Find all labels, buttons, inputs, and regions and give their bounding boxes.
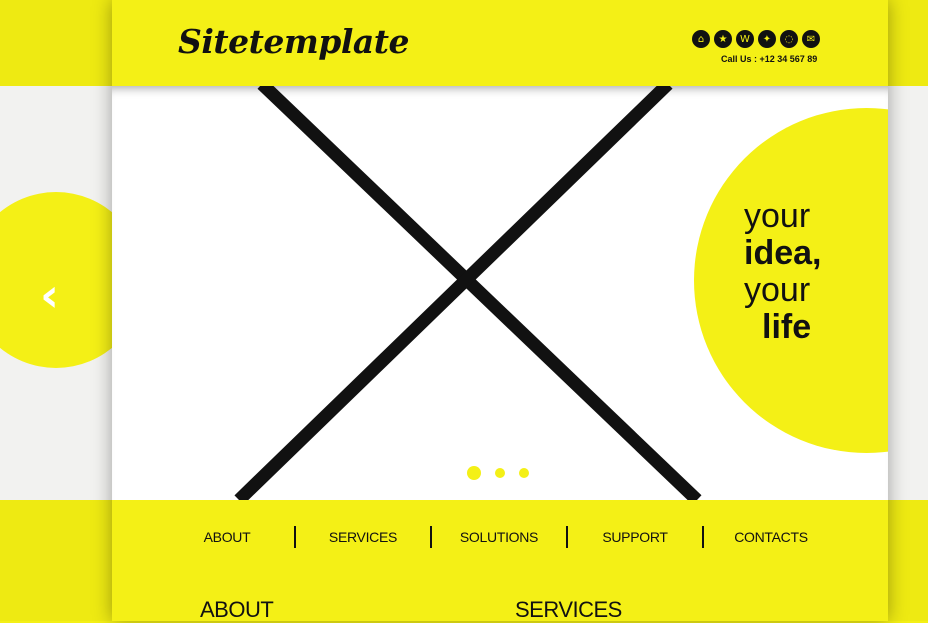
chat-icon[interactable]: ◌ [780,30,798,48]
star-icon[interactable]: ★ [714,30,732,48]
slide-dot-2[interactable] [495,468,505,478]
nav-item-contacts[interactable]: CONTACTS [716,529,826,545]
share-icon[interactable]: ✦ [758,30,776,48]
nav-item-about[interactable]: ABOUT [172,529,282,545]
nav-separator [566,526,568,548]
slide-dot-3[interactable] [519,468,529,478]
slide-indicator [467,466,529,480]
call-us-text: Call Us : +12 34 567 89 [721,54,818,64]
site-logo[interactable]: Sitetemplate [178,22,410,61]
chevron-left-icon[interactable]: ‹ [40,272,59,318]
nav-item-solutions[interactable]: SOLUTIONS [444,529,554,545]
tagline-line-1: your [744,197,811,235]
page-container: Sitetemplate ⌂ ★ W ✦ ◌ ✉ Call Us : +12 3… [112,0,888,622]
nav-separator [294,526,296,548]
social-icons: ⌂ ★ W ✦ ◌ ✉ [692,30,820,48]
nav-separator [702,526,704,548]
nav-item-services[interactable]: SERVICES [308,529,418,545]
nav-item-support[interactable]: SUPPORT [580,529,690,545]
tagline-line-4: life [762,308,812,346]
tagline-line-3: your [744,271,811,309]
w-icon[interactable]: W [736,30,754,48]
slide-dot-1[interactable] [467,466,481,480]
mail-icon[interactable]: ✉ [802,30,820,48]
site-header: Sitetemplate ⌂ ★ W ✦ ◌ ✉ Call Us : +12 3… [112,0,888,86]
tagline-line-2: idea, [744,234,822,272]
hero-slider: your idea, your life [112,86,888,500]
nav-separator [430,526,432,548]
main-nav: ABOUT SERVICES SOLUTIONS SUPPORT CONTACT… [172,526,832,548]
home-icon[interactable]: ⌂ [692,30,710,48]
hero-tagline: your idea, your life [744,198,821,346]
section-heading-about: ABOUT [200,597,274,622]
section-heading-services: SERVICES [515,597,622,622]
